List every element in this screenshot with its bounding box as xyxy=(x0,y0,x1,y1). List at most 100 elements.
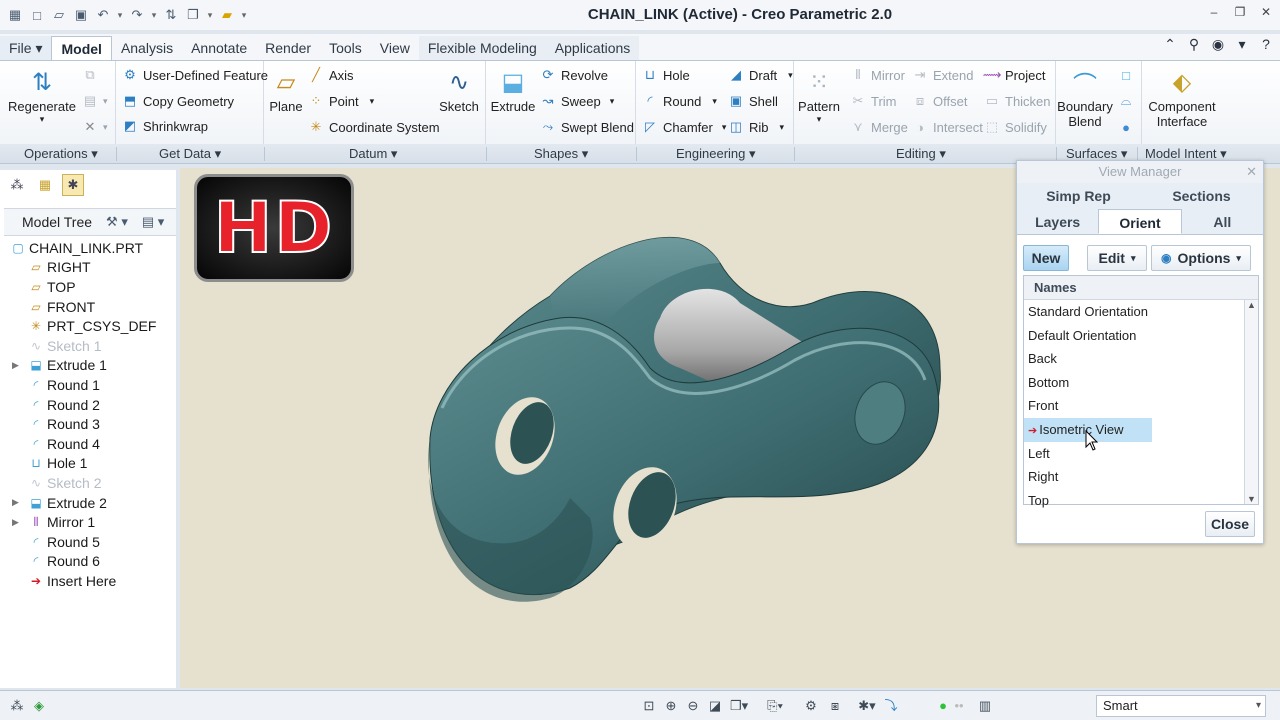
point-button[interactable]: ⁘ Point ▾ xyxy=(308,93,375,109)
tab-annotate[interactable]: Annotate xyxy=(182,36,256,60)
tab-view[interactable]: View xyxy=(371,36,419,60)
tree-item-insert-here[interactable]: ➔ Insert Here xyxy=(4,571,176,591)
freestyle-surface-icon[interactable]: ● xyxy=(1118,119,1134,135)
sketch-button[interactable]: ∿ Sketch xyxy=(436,65,482,115)
plane-button[interactable]: ▱ Plane xyxy=(266,65,306,115)
intersect-button[interactable]: ◑ Intersect xyxy=(912,119,983,135)
perspective-icon[interactable]: ⧆ xyxy=(826,697,844,715)
tab-layers[interactable]: Layers xyxy=(1017,209,1098,234)
shell-button[interactable]: ▣ Shell xyxy=(728,93,778,109)
round-button[interactable]: ◜ Round ▾ xyxy=(642,93,716,109)
orientation-right[interactable]: Right xyxy=(1024,465,1258,489)
orientation-back[interactable]: Back xyxy=(1024,347,1258,371)
offset-button[interactable]: ⧈ Offset xyxy=(912,93,968,109)
app-icon[interactable]: ▦ xyxy=(6,6,24,24)
options-button[interactable]: ◉ Options ▾ xyxy=(1151,245,1251,271)
tree-item-round-1[interactable]: ◜ Round 1 xyxy=(4,375,176,395)
tree-item-extrude-1[interactable]: ▶ ⬓ Extrude 1 xyxy=(4,356,176,376)
close-icon[interactable]: ✕ xyxy=(1246,161,1257,183)
hole-button[interactable]: ⊔ Hole xyxy=(642,67,690,83)
search-icon[interactable]: ⚲ xyxy=(1186,36,1202,54)
tab-flexible-modeling[interactable]: Flexible Modeling xyxy=(418,36,546,60)
orientation-bottom[interactable]: Bottom xyxy=(1024,371,1258,395)
display-style-icon[interactable]: ❒▾ xyxy=(730,697,748,715)
shapes-group-label[interactable]: Shapes ▾ xyxy=(534,146,588,162)
expand-arrow-icon[interactable]: ▶ xyxy=(12,517,22,528)
show-navigator-icon[interactable]: ⁂ xyxy=(8,697,26,715)
project-button[interactable]: ⟿ Project xyxy=(983,67,1046,83)
repaint-icon[interactable]: ◪ xyxy=(706,697,724,715)
pattern-button[interactable]: ⁙ Pattern ▾ xyxy=(796,65,842,125)
tab-applications[interactable]: Applications xyxy=(545,36,640,60)
show-browser-icon[interactable]: ◈ xyxy=(30,697,48,715)
tree-item-round-4[interactable]: ◜ Round 4 xyxy=(4,434,176,454)
copy-geometry-button[interactable]: ⬒ Copy Geometry xyxy=(122,93,234,109)
refit-icon[interactable]: ⊡ xyxy=(640,697,658,715)
restore-icon[interactable]: ❐ xyxy=(1232,4,1248,20)
orientation-front[interactable]: Front xyxy=(1024,394,1258,418)
scroll-down-icon[interactable]: ▼ xyxy=(1245,494,1258,504)
thicken-button[interactable]: ▭ Thicken xyxy=(984,93,1051,109)
datum-group-label[interactable]: Datum ▾ xyxy=(349,146,397,162)
boundary-blend-button[interactable]: ⌒ Boundary Blend xyxy=(1056,65,1114,130)
view-manager-icon[interactable]: ⚙ xyxy=(802,697,820,715)
regenerate-small-icon[interactable]: ⇅ xyxy=(162,6,180,24)
paste-icon[interactable]: ▤ ▾ xyxy=(82,93,108,109)
help-icon[interactable]: ? xyxy=(1258,36,1274,54)
component-interface-button[interactable]: ⬖ Component Interface xyxy=(1142,65,1222,130)
engineering-group-label[interactable]: Engineering ▾ xyxy=(676,146,756,162)
minimize-ribbon-icon[interactable]: ⌃ xyxy=(1162,36,1178,54)
operations-group-label[interactable]: Operations ▾ xyxy=(24,146,98,162)
windows-icon[interactable]: ❐ xyxy=(184,6,202,24)
tree-columns-icon[interactable]: ▤ ▾ xyxy=(142,214,164,230)
names-column-header[interactable]: Names xyxy=(1024,276,1258,300)
orientation-standard[interactable]: Standard Orientation xyxy=(1024,300,1258,324)
zoom-out-icon[interactable]: ⊖ xyxy=(684,697,702,715)
new-file-icon[interactable]: □ xyxy=(28,6,46,24)
tab-sections[interactable]: Sections xyxy=(1140,183,1263,209)
mirror-button[interactable]: ⫴ Mirror xyxy=(850,67,905,83)
tree-item-hole-1[interactable]: ⊔ Hole 1 xyxy=(4,454,176,474)
tree-item-sketch-2[interactable]: ∿ Sketch 2 xyxy=(4,473,176,493)
tree-item-round-2[interactable]: ◜ Round 2 xyxy=(4,395,176,415)
selection-filter-dropdown[interactable]: Smart ▾ xyxy=(1096,695,1266,717)
tree-item-extrude-2[interactable]: ▶ ⬓ Extrude 2 xyxy=(4,493,176,513)
scroll-up-icon[interactable]: ▲ xyxy=(1245,300,1258,310)
revolve-button[interactable]: ⟳ Revolve xyxy=(540,67,608,83)
community-icon[interactable]: ◉ xyxy=(1210,36,1226,54)
save-icon[interactable]: ▣ xyxy=(72,6,90,24)
coordinate-system-button[interactable]: ✳ Coordinate System xyxy=(308,119,440,135)
delete-icon[interactable]: ✕ ▾ xyxy=(82,119,108,135)
tree-item-mirror-1[interactable]: ▶ ⫴ Mirror 1 xyxy=(4,512,176,532)
orientation-default[interactable]: Default Orientation xyxy=(1024,324,1258,348)
redo-dropdown-icon[interactable]: ▾ xyxy=(150,10,158,21)
extend-button[interactable]: ⇥ Extend xyxy=(912,67,974,83)
zoom-in-icon[interactable]: ⊕ xyxy=(662,697,680,715)
favorites-tab-icon[interactable]: ✱ xyxy=(62,174,84,196)
expand-arrow-icon[interactable]: ▶ xyxy=(12,360,22,371)
edit-button[interactable]: Edit ▾ xyxy=(1087,245,1147,271)
close-icon[interactable]: ✕ xyxy=(1258,4,1274,20)
draft-button[interactable]: ◢ Draft ▾ xyxy=(728,67,793,83)
tab-all[interactable]: All xyxy=(1182,209,1263,234)
undo-dropdown-icon[interactable]: ▾ xyxy=(116,10,124,21)
rib-button[interactable]: ◫ Rib ▾ xyxy=(728,119,784,135)
sweep-button[interactable]: ↝ Sweep ▾ xyxy=(540,93,615,109)
tab-simp-rep[interactable]: Simp Rep xyxy=(1017,183,1140,209)
tab-file[interactable]: File ▾ xyxy=(0,36,52,60)
user-defined-feature-button[interactable]: ⚙ User-Defined Feature xyxy=(122,67,268,83)
style-surface-icon[interactable]: ⌓ xyxy=(1118,93,1134,109)
windows-dropdown-icon[interactable]: ▾ xyxy=(206,10,214,21)
chamfer-button[interactable]: ◸ Chamfer ▾ xyxy=(642,119,726,135)
merge-button[interactable]: ⋎ Merge xyxy=(850,119,908,135)
find-icon[interactable]: ▥ xyxy=(976,697,994,715)
tab-orient[interactable]: Orient xyxy=(1098,209,1182,234)
close-window-icon[interactable]: ▰ xyxy=(218,6,236,24)
close-button[interactable]: Close xyxy=(1205,511,1255,537)
trim-button[interactable]: ✂ Trim xyxy=(850,93,897,109)
axis-button[interactable]: ╱ Axis xyxy=(308,67,353,83)
tree-item-prt-csys-def[interactable]: ✳ PRT_CSYS_DEF xyxy=(4,316,176,336)
undo-icon[interactable]: ↶ xyxy=(94,6,112,24)
tree-item-chain-link-prt[interactable]: ▢ CHAIN_LINK.PRT xyxy=(4,238,176,258)
spin-center-icon[interactable]: ⤵ xyxy=(882,697,900,715)
